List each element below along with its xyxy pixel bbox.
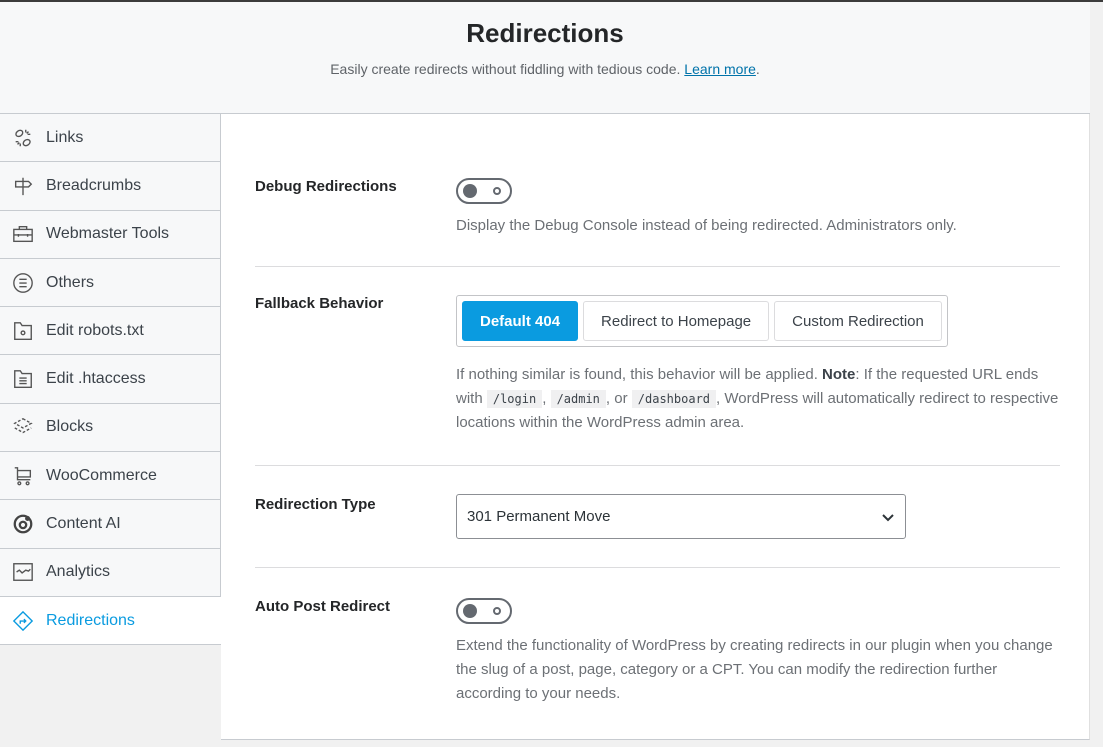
chevron-down-icon	[882, 513, 894, 521]
period: .	[755, 61, 760, 77]
analytics-icon	[13, 563, 33, 582]
sidebar-item-label: Edit .htaccess	[46, 370, 146, 388]
sidebar-item-label: Breadcrumbs	[46, 176, 142, 194]
cart-icon	[14, 466, 32, 486]
page-title: Redirections	[466, 18, 624, 48]
page-subtitle: Easily create redirects without fiddling…	[0, 61, 1090, 77]
custom-redirection-button[interactable]: Custom Redirection	[774, 301, 942, 341]
redirect-icon	[12, 610, 34, 631]
desc-text: If nothing similar is found, this behavi…	[456, 366, 818, 383]
sidebar-item-analytics[interactable]: Analytics	[0, 548, 221, 597]
sidebar-item-label: Webmaster Tools	[46, 225, 170, 243]
folder-file-icon	[14, 370, 32, 389]
list-circle-icon	[13, 272, 33, 293]
auto-post-redirect-label: Auto Post Redirect	[255, 598, 391, 615]
sidebar-item-breadcrumbs[interactable]: Breadcrumbs	[0, 162, 221, 211]
sidebar-item-label: Links	[46, 128, 84, 146]
link-broken-icon	[15, 129, 31, 146]
code-login: /login	[486, 390, 543, 408]
fallback-behavior-options: Default 404 Redirect to Homepage Custom …	[456, 295, 948, 347]
debug-redirections-toggle[interactable]	[456, 178, 512, 204]
toolbox-icon	[13, 226, 33, 243]
sidebar-item-webmaster-tools[interactable]: Webmaster Tools	[0, 210, 221, 259]
sidebar-item-edit-robots[interactable]: Edit robots.txt	[0, 307, 221, 356]
signpost-icon	[14, 177, 33, 196]
sidebar-item-label: Blocks	[46, 418, 94, 436]
page-header: Redirections Easily create redirects wit…	[0, 2, 1090, 114]
sidebar-item-label: WooCommerce	[46, 466, 157, 484]
sidebar-item-others[interactable]: Others	[0, 258, 221, 308]
divider	[255, 266, 1060, 267]
fallback-behavior-label: Fallback Behavior	[255, 295, 384, 312]
sidebar-item-label: Analytics	[46, 563, 111, 581]
subtitle-text: Easily create redirects without fiddling…	[330, 61, 681, 77]
sidebar-item-redirections[interactable]: Redirections	[0, 596, 221, 646]
redirection-type-value: 301 Permanent Move	[467, 508, 611, 525]
code-admin: /admin	[550, 390, 606, 408]
divider	[255, 567, 1060, 568]
sidebar-item-label: Content AI	[46, 515, 121, 533]
default-404-button[interactable]: Default 404	[462, 301, 579, 341]
sidebar-item-blocks[interactable]: Blocks	[0, 403, 221, 453]
sep: , or	[605, 390, 628, 407]
redirect-to-homepage-button[interactable]: Redirect to Homepage	[583, 301, 770, 341]
blocks-icon	[13, 418, 33, 434]
redirection-type-label: Redirection Type	[255, 496, 376, 513]
sidebar-item-edit-htaccess[interactable]: Edit .htaccess	[0, 355, 221, 404]
debug-redirections-desc: Display the Debug Console instead of bei…	[456, 217, 957, 234]
sep: ,	[542, 390, 547, 407]
desc-text: , WordPress will automatically redirect …	[456, 390, 1059, 431]
settings-panel: Debug Redirections Display the Debug Con…	[221, 114, 1090, 740]
code-dashboard: /dashboard	[631, 390, 717, 408]
folder-robot-icon	[14, 321, 32, 340]
redirection-type-select[interactable]: 301 Permanent Move	[456, 494, 906, 539]
auto-post-redirect-toggle[interactable]	[456, 598, 512, 624]
sidebar-item-content-ai[interactable]: Content AI	[0, 500, 221, 549]
content-ai-icon	[13, 514, 33, 534]
learn-more-link[interactable]: Learn more	[684, 61, 756, 77]
divider	[255, 465, 1060, 466]
fallback-behavior-desc: If nothing similar is found, this behavi…	[456, 363, 1060, 435]
sidebar-item-label: Redirections	[46, 611, 135, 629]
sidebar-item-woocommerce[interactable]: WooCommerce	[0, 452, 221, 501]
debug-redirections-label: Debug Redirections	[255, 178, 397, 195]
auto-post-redirect-desc: Extend the functionality of WordPress by…	[456, 637, 1053, 702]
settings-sidebar: Links Breadcrumbs Webmaster Tools Others…	[0, 114, 221, 646]
sidebar-item-label: Edit robots.txt	[46, 321, 144, 339]
sidebar-item-links[interactable]: Links	[0, 114, 221, 163]
sidebar-item-label: Others	[46, 273, 95, 291]
note-label: Note	[822, 366, 856, 383]
